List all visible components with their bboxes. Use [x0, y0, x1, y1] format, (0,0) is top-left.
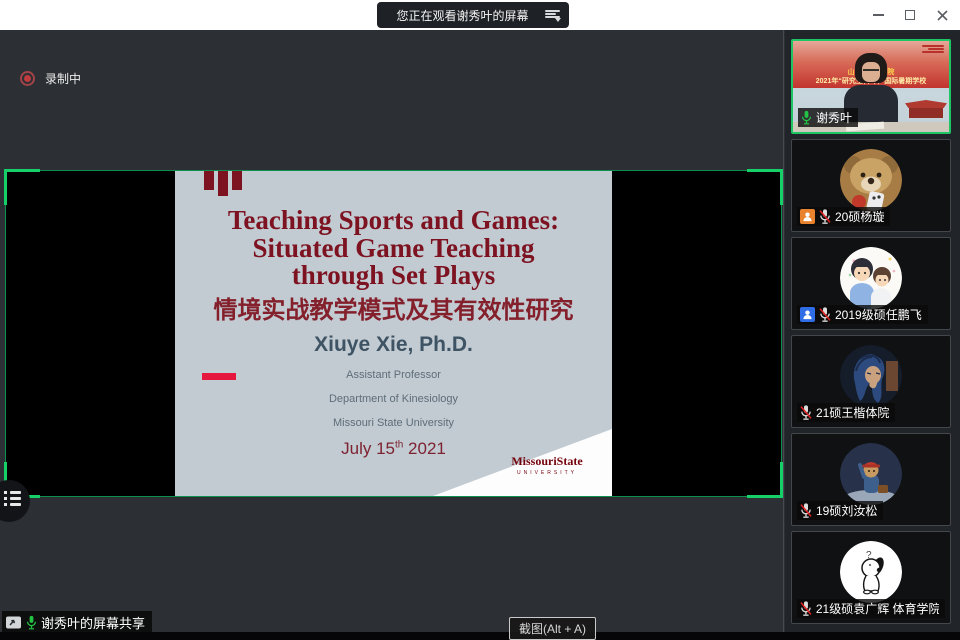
maximize-button[interactable]: [894, 0, 926, 30]
participant-tile[interactable]: 2019级硕任鹏飞: [791, 237, 951, 330]
participant-name: 谢秀叶: [816, 109, 852, 126]
member-badge-icon: [800, 209, 815, 224]
share-footer-text: 谢秀叶的屏幕共享: [41, 613, 145, 632]
microphone-on-icon: [801, 110, 812, 125]
slide-subline: Missouri State University: [175, 417, 612, 429]
maximize-icon: [905, 10, 915, 20]
list-icon: [4, 491, 21, 509]
participant-name: 19硕刘汝松: [816, 502, 877, 519]
screen-share-icon: [5, 615, 22, 630]
microphone-on-icon: [26, 615, 37, 630]
slide-presenter-name: Xiuye Xie, Ph.D.: [175, 333, 612, 357]
participant-name-row: 2019级硕任鹏飞: [797, 305, 928, 324]
screen-share-footer-label: 谢秀叶的屏幕共享: [2, 611, 152, 633]
slide-subline: Department of Kinesiology: [175, 393, 612, 405]
minimize-button[interactable]: [862, 0, 894, 30]
missouri-state-logo: MissouriState UNIVERSITY: [497, 454, 597, 476]
participant-name: 21硕王楷体院: [816, 404, 889, 421]
microphone-muted-icon: [800, 503, 812, 518]
shandong-university-logo: [922, 44, 944, 53]
presentation-slide: Teaching Sports and Games: Situated Game…: [175, 171, 612, 496]
participant-name: 2019级硕任鹏飞: [835, 306, 922, 323]
recording-label: 录制中: [45, 70, 81, 87]
participant-name-row: 20硕杨璇: [797, 207, 890, 226]
participant-name-row: 19硕刘汝松: [797, 501, 883, 520]
avatar-couple: [840, 247, 902, 309]
screenshot-button[interactable]: 截图(Alt + A): [509, 617, 596, 640]
recording-indicator: 录制中: [20, 70, 81, 87]
share-border-corner: [4, 169, 40, 205]
shared-screen-area: Teaching Sports and Games: Situated Game…: [5, 170, 782, 497]
window-controls: [862, 0, 958, 30]
microphone-muted-icon: [800, 601, 812, 616]
building-graphic: [905, 100, 947, 118]
share-border-corner: [747, 169, 783, 205]
participant-tile[interactable]: ? 21级硕袁广辉 体育学院: [791, 531, 951, 624]
share-border-corner: [747, 462, 783, 498]
participant-name-row: 谢秀叶: [798, 108, 858, 127]
participant-name: 21级硕袁广辉 体育学院: [816, 600, 939, 617]
participant-tile-presenter[interactable]: 山东大 学院 2021年“研究生科 升”国际暑期学校 谢秀叶: [791, 39, 951, 134]
microphone-muted-icon: [800, 405, 812, 420]
slide-decoration-bars: [204, 171, 242, 196]
participant-name-row: 21级硕袁广辉 体育学院: [797, 599, 945, 618]
participants-sidebar: 山东大 学院 2021年“研究生科 升”国际暑期学校 谢秀叶: [785, 30, 960, 640]
member-badge-icon: [800, 307, 815, 322]
minimize-icon: [873, 14, 884, 16]
avatar-snoopy: ?: [840, 541, 902, 603]
participant-name-row: 21硕王楷体院: [797, 403, 895, 422]
avatar-bear: [840, 443, 902, 505]
viewing-title-pill[interactable]: 您正在观看谢秀叶的屏幕: [377, 2, 569, 28]
bottom-strip: [0, 632, 960, 640]
viewing-title: 您正在观看谢秀叶的屏幕: [389, 7, 536, 24]
close-icon: [937, 10, 948, 21]
slide-title: Teaching Sports and Games: Situated Game…: [175, 207, 612, 290]
recording-dot-icon: [20, 71, 35, 86]
participant-tile[interactable]: 21硕王楷体院: [791, 335, 951, 428]
avatar-dog: [840, 149, 902, 211]
participant-name: 20硕杨璇: [835, 208, 884, 225]
layout-switch-icon[interactable]: [545, 9, 560, 21]
main-stage: 录制中 Teaching Sports and Games: Situated …: [0, 30, 784, 640]
participant-tile[interactable]: 19硕刘汝松: [791, 433, 951, 526]
close-button[interactable]: [926, 0, 958, 30]
slide-title-chinese: 情境实战教学模式及其有效性研究: [175, 290, 612, 325]
avatar-anime: [840, 345, 902, 407]
microphone-muted-icon: [819, 209, 831, 224]
microphone-muted-icon: [819, 307, 831, 322]
participant-tile[interactable]: 20硕杨璇: [791, 139, 951, 232]
window-titlebar: 您正在观看谢秀叶的屏幕: [0, 0, 960, 30]
slide-subline: Assistant Professor: [175, 369, 612, 381]
